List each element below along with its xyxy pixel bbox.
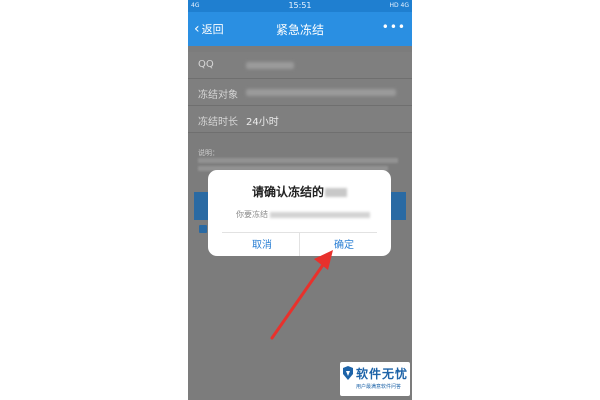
cancel-button[interactable]: 取消 bbox=[222, 236, 302, 251]
watermark-name: 软件无忧 bbox=[356, 367, 409, 381]
confirm-button[interactable]: 确定 bbox=[304, 236, 384, 251]
qq-label: QQ bbox=[198, 59, 214, 70]
note-label: 说明： bbox=[198, 149, 219, 157]
watermark: 软件无忧 用户最满意软件问答 bbox=[340, 362, 410, 396]
page-title: 紧急冻结 bbox=[275, 23, 324, 37]
dialog-title-text: 请确认冻结的 bbox=[251, 185, 324, 199]
freeze-form: QQ 冻结对象 冻结时长 24小时 bbox=[188, 52, 412, 133]
status-time: 15:51 bbox=[288, 1, 312, 10]
note-line bbox=[198, 158, 398, 163]
dialog-message-masked bbox=[270, 211, 370, 218]
qq-value-masked bbox=[246, 62, 294, 69]
title-bar: ‹ 返回 紧急冻结 ••• bbox=[188, 12, 412, 46]
confirm-dialog: 请确认冻结的 你要冻结 取消 确定 bbox=[208, 170, 391, 256]
target-value-masked bbox=[246, 89, 396, 96]
duration-label: 冻结时长 bbox=[198, 117, 238, 128]
more-icon[interactable]: ••• bbox=[382, 20, 406, 34]
watermark-subtitle: 用户最满意软件问答 bbox=[356, 384, 402, 390]
dialog-title: 请确认冻结的 bbox=[208, 183, 391, 200]
form-row-duration[interactable]: 冻结时长 24小时 bbox=[188, 106, 412, 133]
dialog-message: 你要冻结 bbox=[236, 209, 370, 220]
status-indicators: HD 4G bbox=[389, 2, 409, 9]
agreement-checkbox[interactable] bbox=[199, 225, 207, 233]
form-row-target: 冻结对象 bbox=[188, 79, 412, 106]
dialog-title-masked bbox=[325, 188, 347, 197]
form-row-qq: QQ bbox=[188, 52, 412, 79]
target-label: 冻结对象 bbox=[198, 90, 238, 101]
status-bar: 4G 15:51 HD 4G bbox=[188, 0, 412, 12]
watermark-logo-icon bbox=[343, 366, 353, 380]
dialog-message-text: 你要冻结 bbox=[236, 210, 268, 219]
duration-value: 24小时 bbox=[246, 117, 279, 128]
